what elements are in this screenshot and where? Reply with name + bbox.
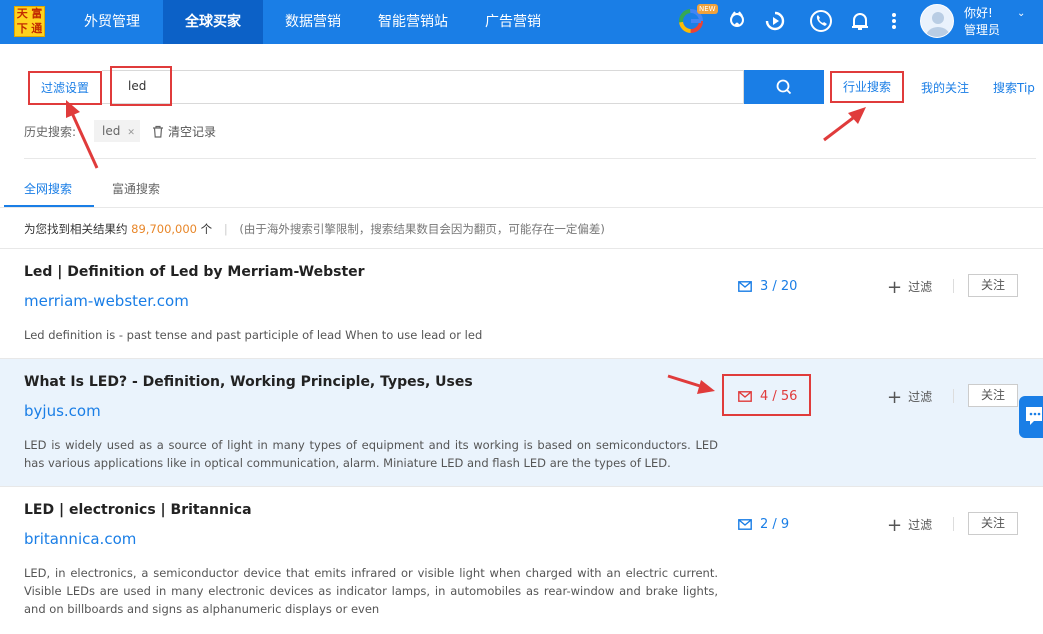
follow-button[interactable]: 关注 [968,274,1018,297]
filter-result-button[interactable]: + 过滤 [887,515,932,536]
search-input[interactable]: led [110,66,172,106]
vertical-separator [953,517,954,531]
logo-char: 通 [31,21,43,35]
search-input-box[interactable] [102,70,744,104]
close-icon[interactable]: ✕ [127,128,135,138]
tab-all-web-search[interactable]: 全网搜索 [24,180,72,197]
phone-icon[interactable] [808,8,834,34]
chevron-down-icon[interactable]: ⌄ [1017,8,1025,19]
logo-char: 天 [16,7,28,20]
nav-trade-management[interactable]: 外贸管理 [62,0,162,44]
chat-bubble-icon [1026,407,1042,425]
user-greeting[interactable]: 你好! 管理员 [964,5,1000,39]
plus-icon: + [887,387,903,408]
email-count-value: 2 / 9 [760,517,790,532]
summary-separator: | [223,222,228,236]
more-icon[interactable] [881,8,907,34]
summary-prefix: 为您找到相关结果约 [24,222,128,236]
filter-label: 过滤 [908,390,933,404]
trash-icon [153,125,163,138]
nav-ad-marketing[interactable]: 广告营销 [463,0,563,44]
summary-note: (由于海外搜索引擎限制，搜索结果数目会因为翻页，可能存在一定偏差) [239,222,605,236]
result-description: LED, in electronics, a semiconductor dev… [24,566,718,616]
result-item: LED | electronics | Britannica britannic… [0,487,1043,634]
clear-history-label: 清空记录 [168,125,217,139]
result-description: Led definition is - past tense and past … [24,328,483,342]
result-domain[interactable]: britannica.com [24,530,136,548]
plus-icon: + [887,277,903,298]
highlight-box [722,374,811,416]
my-follow-link[interactable]: 我的关注 [921,79,969,96]
history-tag[interactable]: led ✕ [94,120,140,142]
filter-label: 过滤 [908,518,933,532]
search-icon [776,79,792,95]
new-badge: NEW [697,4,718,14]
result-description: LED is widely used as a source of light … [24,438,718,470]
bell-icon[interactable] [847,8,873,34]
result-title[interactable]: What Is LED? - Definition, Working Princ… [24,374,473,390]
search-tip-link[interactable]: 搜索Tip [993,79,1035,96]
result-title[interactable]: Led | Definition of Led by Merriam-Webst… [24,264,365,280]
nav-global-buyers[interactable]: 全球买家 [163,0,263,44]
filter-result-button[interactable]: + 过滤 [887,277,932,298]
plus-icon: + [887,515,903,536]
email-count-value: 3 / 20 [760,279,798,294]
greeting-text: 你好! [964,6,993,20]
play-icon[interactable] [762,8,788,34]
email-count[interactable]: 3 / 20 [738,279,797,294]
vertical-separator [953,389,954,403]
search-button[interactable] [744,70,824,104]
industry-search-button[interactable]: 行业搜索 [830,71,904,103]
result-summary: 为您找到相关结果约 89,700,000 个 | (由于海外搜索引擎限制，搜索结… [24,221,605,237]
filter-settings-button[interactable]: 过滤设置 [28,71,102,105]
badge-icon[interactable] [724,8,750,34]
chat-widget-button[interactable] [1019,396,1043,438]
tab-futong-search[interactable]: 富通搜索 [112,180,160,197]
result-item: Led | Definition of Led by Merriam-Webst… [0,249,1043,359]
history-label: 历史搜索: [24,125,77,139]
nav-smart-marketing-site[interactable]: 智能营销站 [363,0,463,44]
top-nav-bar: 天 富 下 通 外贸管理 全球买家 数据营销 智能营销站 广告营销 NEW 你好… [0,0,1043,44]
divider [24,158,1036,159]
arrow-to-industry-search [823,107,866,142]
result-count: 89,700,000 [131,222,198,236]
nav-data-marketing[interactable]: 数据营销 [263,0,363,44]
mail-icon [738,281,752,292]
summary-suffix: 个 [200,222,213,236]
user-avatar-icon [926,12,950,37]
history-tag-label: led [102,124,121,138]
follow-button[interactable]: 关注 [968,384,1018,407]
email-count[interactable]: 2 / 9 [738,517,789,532]
follow-button[interactable]: 关注 [968,512,1018,535]
mail-icon [738,519,752,530]
clear-history-button[interactable]: 清空记录 [152,123,216,140]
filter-label: 过滤 [908,280,933,294]
avatar[interactable] [920,4,954,38]
brand-logo[interactable]: 天 富 下 通 [14,6,45,37]
user-role: 管理员 [964,23,1001,37]
divider [0,207,1043,208]
result-domain[interactable]: byjus.com [24,402,101,420]
logo-char: 下 [16,21,28,35]
filter-result-button[interactable]: + 过滤 [887,387,932,408]
vertical-separator [953,279,954,293]
result-item: What Is LED? - Definition, Working Princ… [0,359,1043,486]
logo-char: 富 [31,7,43,20]
result-domain[interactable]: merriam-webster.com [24,292,189,310]
result-title[interactable]: LED | electronics | Britannica [24,502,252,518]
